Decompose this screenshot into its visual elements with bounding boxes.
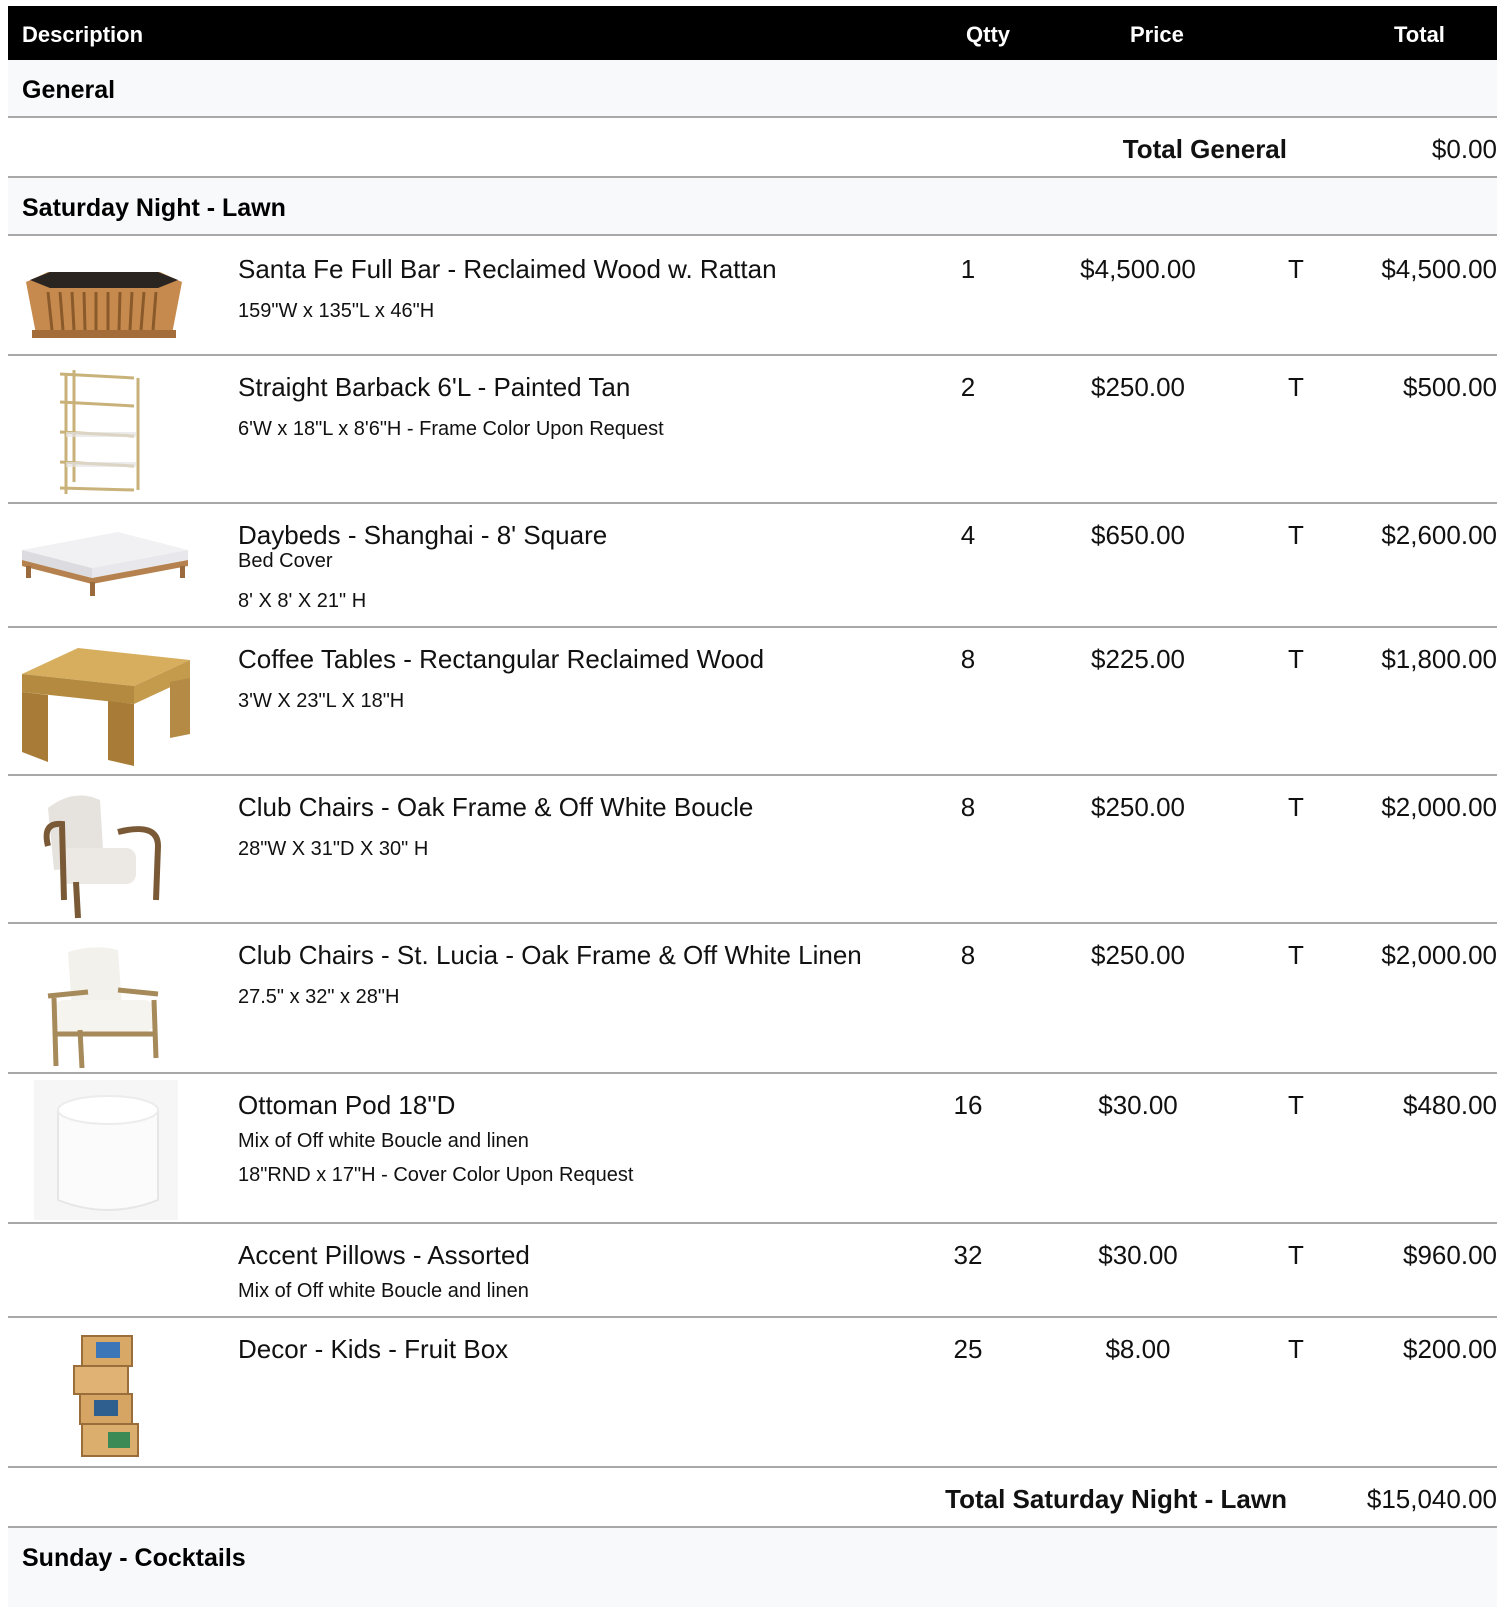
item-dimensions: 6'W x 18"L x 8'6"H - Frame Color Upon Re… bbox=[238, 418, 664, 440]
item-dimensions: 28"W X 31"D X 30" H bbox=[238, 838, 429, 860]
section-saturday: Saturday Night - Lawn bbox=[8, 178, 1497, 236]
table-row: Santa Fe Full Bar - Reclaimed Wood w. Ra… bbox=[8, 238, 1497, 356]
table-row: Accent Pillows - Assorted Mix of Off whi… bbox=[8, 1224, 1497, 1318]
header-description: Description bbox=[22, 22, 144, 47]
item-qty: 16 bbox=[953, 1090, 983, 1120]
ottoman-image bbox=[8, 1080, 200, 1220]
item-tax: T bbox=[1288, 940, 1304, 970]
item-dimensions: 27.5" x 32" x 28"H bbox=[238, 986, 400, 1008]
item-name: Accent Pillows - Assorted bbox=[238, 1240, 530, 1270]
section-title: General bbox=[22, 76, 116, 104]
subtotal-amount: $0.00 bbox=[1431, 134, 1497, 164]
subtotal-label: Total General bbox=[1122, 134, 1287, 164]
item-note: Mix of Off white Boucle and linen bbox=[238, 1280, 529, 1302]
item-total: $2,000.00 bbox=[1381, 940, 1497, 970]
item-name: Ottoman Pod 18"D bbox=[238, 1090, 456, 1120]
item-price: $250.00 bbox=[1091, 792, 1185, 822]
header-total: Total bbox=[1394, 22, 1445, 47]
table-row: Daybeds - Shanghai - 8' Square Bed Cover… bbox=[8, 504, 1497, 628]
bar-image bbox=[8, 244, 200, 354]
section-sunday: Sunday - Cocktails bbox=[8, 1528, 1497, 1607]
item-dimensions: 159"W x 135"L x 46"H bbox=[238, 300, 435, 322]
item-tax: T bbox=[1288, 520, 1304, 550]
table-header: Description Qtty Price Total bbox=[8, 6, 1497, 60]
item-total: $2,000.00 bbox=[1381, 792, 1497, 822]
table-row: Decor - Kids - Fruit Box 25 $8.00 T $200… bbox=[8, 1318, 1497, 1468]
item-total: $1,800.00 bbox=[1381, 644, 1497, 674]
section-title: Sunday - Cocktails bbox=[22, 1544, 246, 1572]
subtotal-saturday: Total Saturday Night - Lawn $15,040.00 bbox=[8, 1468, 1497, 1528]
boucle-chair-image bbox=[8, 782, 200, 922]
item-tax: T bbox=[1288, 1334, 1304, 1364]
item-qty: 1 bbox=[960, 254, 976, 284]
item-qty: 8 bbox=[960, 940, 976, 970]
item-name: Club Chairs - St. Lucia - Oak Frame & Of… bbox=[238, 940, 862, 970]
item-price: $30.00 bbox=[1098, 1240, 1178, 1270]
item-dimensions: 18"RND x 17"H - Cover Color Upon Request bbox=[238, 1164, 634, 1186]
item-tax: T bbox=[1288, 792, 1304, 822]
item-total: $500.00 bbox=[1403, 372, 1497, 402]
linen-chair-image bbox=[8, 930, 200, 1070]
item-dimensions: 8' X 8' X 21" H bbox=[238, 590, 367, 612]
item-price: $8.00 bbox=[1105, 1334, 1171, 1364]
item-name: Coffee Tables - Rectangular Reclaimed Wo… bbox=[238, 644, 765, 674]
item-name: Straight Barback 6'L - Painted Tan bbox=[238, 372, 631, 402]
table-row: Coffee Tables - Rectangular Reclaimed Wo… bbox=[8, 628, 1497, 776]
item-price: $30.00 bbox=[1098, 1090, 1178, 1120]
fruit-box-image bbox=[8, 1324, 200, 1464]
item-price: $250.00 bbox=[1091, 372, 1185, 402]
item-dimensions: 3'W X 23"L X 18"H bbox=[238, 690, 405, 712]
item-total: $4,500.00 bbox=[1381, 254, 1497, 284]
item-tax: T bbox=[1288, 254, 1304, 284]
item-tax: T bbox=[1288, 1090, 1304, 1120]
subtotal-label: Total Saturday Night - Lawn bbox=[945, 1484, 1287, 1514]
item-name: Decor - Kids - Fruit Box bbox=[238, 1334, 509, 1364]
subtotal-general: Total General $0.00 bbox=[8, 118, 1497, 178]
item-tax: T bbox=[1288, 372, 1304, 402]
coffee-table-image bbox=[8, 634, 200, 774]
daybed-image bbox=[8, 510, 200, 610]
item-name: Daybeds - Shanghai - 8' Square bbox=[238, 520, 608, 550]
shelf-image bbox=[8, 362, 200, 502]
item-qty: 2 bbox=[960, 372, 976, 402]
item-qty: 4 bbox=[960, 520, 976, 550]
table-row: Ottoman Pod 18"D Mix of Off white Boucle… bbox=[8, 1074, 1497, 1224]
item-price: $225.00 bbox=[1091, 644, 1185, 674]
item-name: Club Chairs - Oak Frame & Off White Bouc… bbox=[238, 792, 754, 822]
header-price: Price bbox=[1130, 22, 1184, 47]
item-total: $960.00 bbox=[1403, 1240, 1497, 1270]
item-name: Santa Fe Full Bar - Reclaimed Wood w. Ra… bbox=[238, 254, 777, 284]
table-row: Club Chairs - Oak Frame & Off White Bouc… bbox=[8, 776, 1497, 924]
item-total: $2,600.00 bbox=[1381, 520, 1497, 550]
item-total: $480.00 bbox=[1403, 1090, 1497, 1120]
item-note: Bed Cover bbox=[238, 550, 333, 572]
item-qty: 8 bbox=[960, 792, 976, 822]
item-qty: 32 bbox=[953, 1240, 983, 1270]
section-general: General bbox=[8, 60, 1497, 118]
header-qty: Qtty bbox=[966, 22, 1010, 47]
item-price: $650.00 bbox=[1091, 520, 1185, 550]
item-note: Mix of Off white Boucle and linen bbox=[238, 1130, 529, 1152]
item-tax: T bbox=[1288, 644, 1304, 674]
section-title: Saturday Night - Lawn bbox=[22, 194, 286, 222]
item-price: $250.00 bbox=[1091, 940, 1185, 970]
item-price: $4,500.00 bbox=[1080, 254, 1196, 284]
subtotal-amount: $15,040.00 bbox=[1366, 1484, 1497, 1514]
item-tax: T bbox=[1288, 1240, 1304, 1270]
table-row: Club Chairs - St. Lucia - Oak Frame & Of… bbox=[8, 924, 1497, 1074]
item-total: $200.00 bbox=[1403, 1334, 1497, 1364]
item-qty: 8 bbox=[960, 644, 976, 674]
item-qty: 25 bbox=[953, 1334, 983, 1364]
table-row: Straight Barback 6'L - Painted Tan 6'W x… bbox=[8, 356, 1497, 504]
